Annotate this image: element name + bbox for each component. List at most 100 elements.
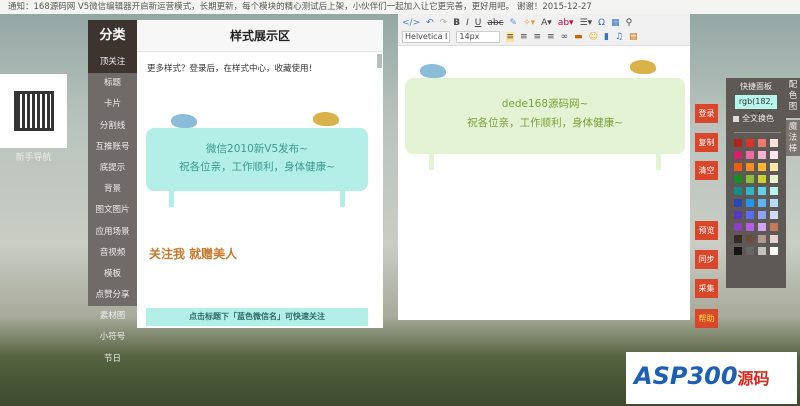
color-swatch[interactable] bbox=[734, 175, 742, 183]
category-item[interactable]: 素材图 bbox=[88, 306, 137, 327]
color-swatch[interactable] bbox=[746, 247, 754, 255]
color-swatch[interactable] bbox=[734, 187, 742, 195]
color-swatch[interactable] bbox=[734, 139, 742, 147]
color-swatch[interactable] bbox=[758, 235, 766, 243]
category-item[interactable]: 卡片 bbox=[88, 94, 137, 116]
sync-button[interactable]: 同步 bbox=[695, 250, 718, 269]
bold-icon[interactable]: B bbox=[453, 18, 460, 28]
align-right-icon[interactable]: ≡ bbox=[533, 32, 541, 42]
align-left-icon[interactable]: ≡ bbox=[506, 32, 514, 42]
category-item[interactable]: 点赞分享 bbox=[88, 285, 137, 307]
color-swatch[interactable] bbox=[734, 235, 742, 243]
follow-promo-image[interactable]: 关注我 就赠美人 bbox=[149, 245, 249, 290]
color-swatch[interactable] bbox=[770, 247, 778, 255]
highlight-icon[interactable]: ab▾ bbox=[558, 18, 574, 28]
color-swatch[interactable] bbox=[746, 223, 754, 231]
category-item[interactable]: 小符号 bbox=[88, 327, 137, 348]
color-swatch[interactable] bbox=[770, 139, 778, 147]
editor-content-card[interactable]: dede168源码网~ 祝各位亲，工作顺利，身体健康~ bbox=[405, 78, 685, 154]
tab-color-scheme[interactable]: 配色图 bbox=[786, 78, 800, 118]
follow-tip-template[interactable]: 点击标题下「蓝色微信名」可快速关注 bbox=[146, 308, 368, 326]
category-item[interactable]: 顶关注 bbox=[88, 52, 137, 74]
align-center-icon[interactable]: ≡ bbox=[520, 32, 528, 42]
color-swatch[interactable] bbox=[758, 223, 766, 231]
clear-format-icon[interactable]: ✧▾ bbox=[523, 18, 535, 28]
checkbox-icon[interactable] bbox=[733, 115, 739, 122]
italic-icon[interactable]: I bbox=[466, 18, 469, 28]
undo-icon[interactable]: ↶ bbox=[426, 18, 434, 28]
color-swatch[interactable] bbox=[734, 211, 742, 219]
style-card-template[interactable]: 微信2010新V5发布~ 祝各位亲，工作顺利，身体健康~ bbox=[146, 128, 368, 191]
color-swatch[interactable] bbox=[770, 163, 778, 171]
font-size-select[interactable]: 14px bbox=[456, 31, 501, 43]
color-swatch[interactable] bbox=[758, 163, 766, 171]
category-item[interactable]: 底提示 bbox=[88, 157, 137, 180]
line-height-icon[interactable]: ☰▾ bbox=[580, 18, 593, 28]
color-swatch[interactable] bbox=[734, 223, 742, 231]
search-replace-icon[interactable]: ⚲ bbox=[626, 18, 633, 28]
color-swatch[interactable] bbox=[746, 151, 754, 159]
color-swatch[interactable] bbox=[758, 199, 766, 207]
color-swatch[interactable] bbox=[770, 187, 778, 195]
scrollbar[interactable] bbox=[377, 54, 382, 68]
collect-button[interactable]: 采集 bbox=[695, 279, 718, 298]
copy-button[interactable]: 复制 bbox=[695, 133, 718, 152]
new-user-guide-link[interactable]: 新手导航 bbox=[0, 150, 67, 163]
video-icon[interactable]: ▮ bbox=[604, 32, 609, 42]
paste-icon[interactable]: ▤ bbox=[629, 32, 638, 42]
category-item[interactable]: 互推账号 bbox=[88, 136, 137, 158]
color-swatch[interactable] bbox=[758, 175, 766, 183]
color-swatch[interactable] bbox=[770, 151, 778, 159]
special-char-icon[interactable]: Ω bbox=[598, 18, 605, 28]
emoji-icon[interactable]: ☺ bbox=[589, 32, 598, 42]
color-swatch[interactable] bbox=[746, 139, 754, 147]
category-item[interactable]: 音视频 bbox=[88, 242, 137, 264]
color-swatch[interactable] bbox=[758, 151, 766, 159]
color-swatch[interactable] bbox=[734, 151, 742, 159]
color-swatch[interactable] bbox=[770, 223, 778, 231]
clear-button[interactable]: 清空 bbox=[695, 161, 718, 180]
music-icon[interactable]: ♫ bbox=[615, 32, 623, 42]
color-swatch[interactable] bbox=[746, 175, 754, 183]
color-input[interactable]: rgb(182, 24 bbox=[735, 95, 777, 120]
image-icon[interactable]: ▬ bbox=[574, 32, 583, 42]
color-swatch[interactable] bbox=[770, 211, 778, 219]
color-swatch[interactable] bbox=[746, 163, 754, 171]
color-swatch[interactable] bbox=[734, 247, 742, 255]
table-icon[interactable]: ▦ bbox=[611, 18, 620, 28]
login-button[interactable]: 登录 bbox=[695, 104, 718, 123]
full-text-recolor-checkbox[interactable]: 全文换色 bbox=[733, 113, 779, 124]
link-icon[interactable]: ∞ bbox=[561, 32, 569, 42]
font-color-icon[interactable]: A▾ bbox=[541, 18, 552, 28]
color-swatch[interactable] bbox=[734, 199, 742, 207]
category-item[interactable]: 图文图片 bbox=[88, 200, 137, 222]
color-swatch[interactable] bbox=[770, 199, 778, 207]
category-item[interactable]: 背景 bbox=[88, 179, 137, 201]
category-item[interactable]: 标题 bbox=[88, 73, 137, 95]
redo-icon[interactable]: ↷ bbox=[440, 18, 448, 28]
underline-icon[interactable]: U bbox=[475, 18, 482, 28]
color-swatch[interactable] bbox=[770, 235, 778, 243]
html-icon[interactable]: </> bbox=[402, 18, 420, 28]
color-swatch[interactable] bbox=[734, 163, 742, 171]
color-swatch[interactable] bbox=[758, 187, 766, 195]
category-item[interactable]: 应用场景 bbox=[88, 221, 137, 243]
font-family-select[interactable]: Helvetica I bbox=[402, 31, 451, 43]
color-swatch[interactable] bbox=[746, 211, 754, 219]
color-swatch[interactable] bbox=[758, 139, 766, 147]
strikethrough-icon[interactable]: abc bbox=[487, 18, 503, 28]
color-swatch[interactable] bbox=[746, 199, 754, 207]
preview-button[interactable]: 预览 bbox=[695, 221, 718, 240]
color-swatch[interactable] bbox=[746, 187, 754, 195]
color-swatch[interactable] bbox=[758, 247, 766, 255]
tab-magic-wand[interactable]: 魔法棒 bbox=[786, 120, 800, 156]
color-swatch[interactable] bbox=[758, 211, 766, 219]
help-button[interactable]: 帮助 bbox=[695, 309, 718, 328]
category-item[interactable]: 模板 bbox=[88, 263, 137, 286]
color-swatch[interactable] bbox=[770, 175, 778, 183]
format-brush-icon[interactable]: ✎ bbox=[510, 18, 518, 28]
category-item[interactable]: 节日 bbox=[88, 349, 137, 370]
justify-icon[interactable]: ≡ bbox=[547, 32, 555, 42]
category-item[interactable]: 分割线 bbox=[88, 115, 137, 137]
color-swatch[interactable] bbox=[746, 235, 754, 243]
